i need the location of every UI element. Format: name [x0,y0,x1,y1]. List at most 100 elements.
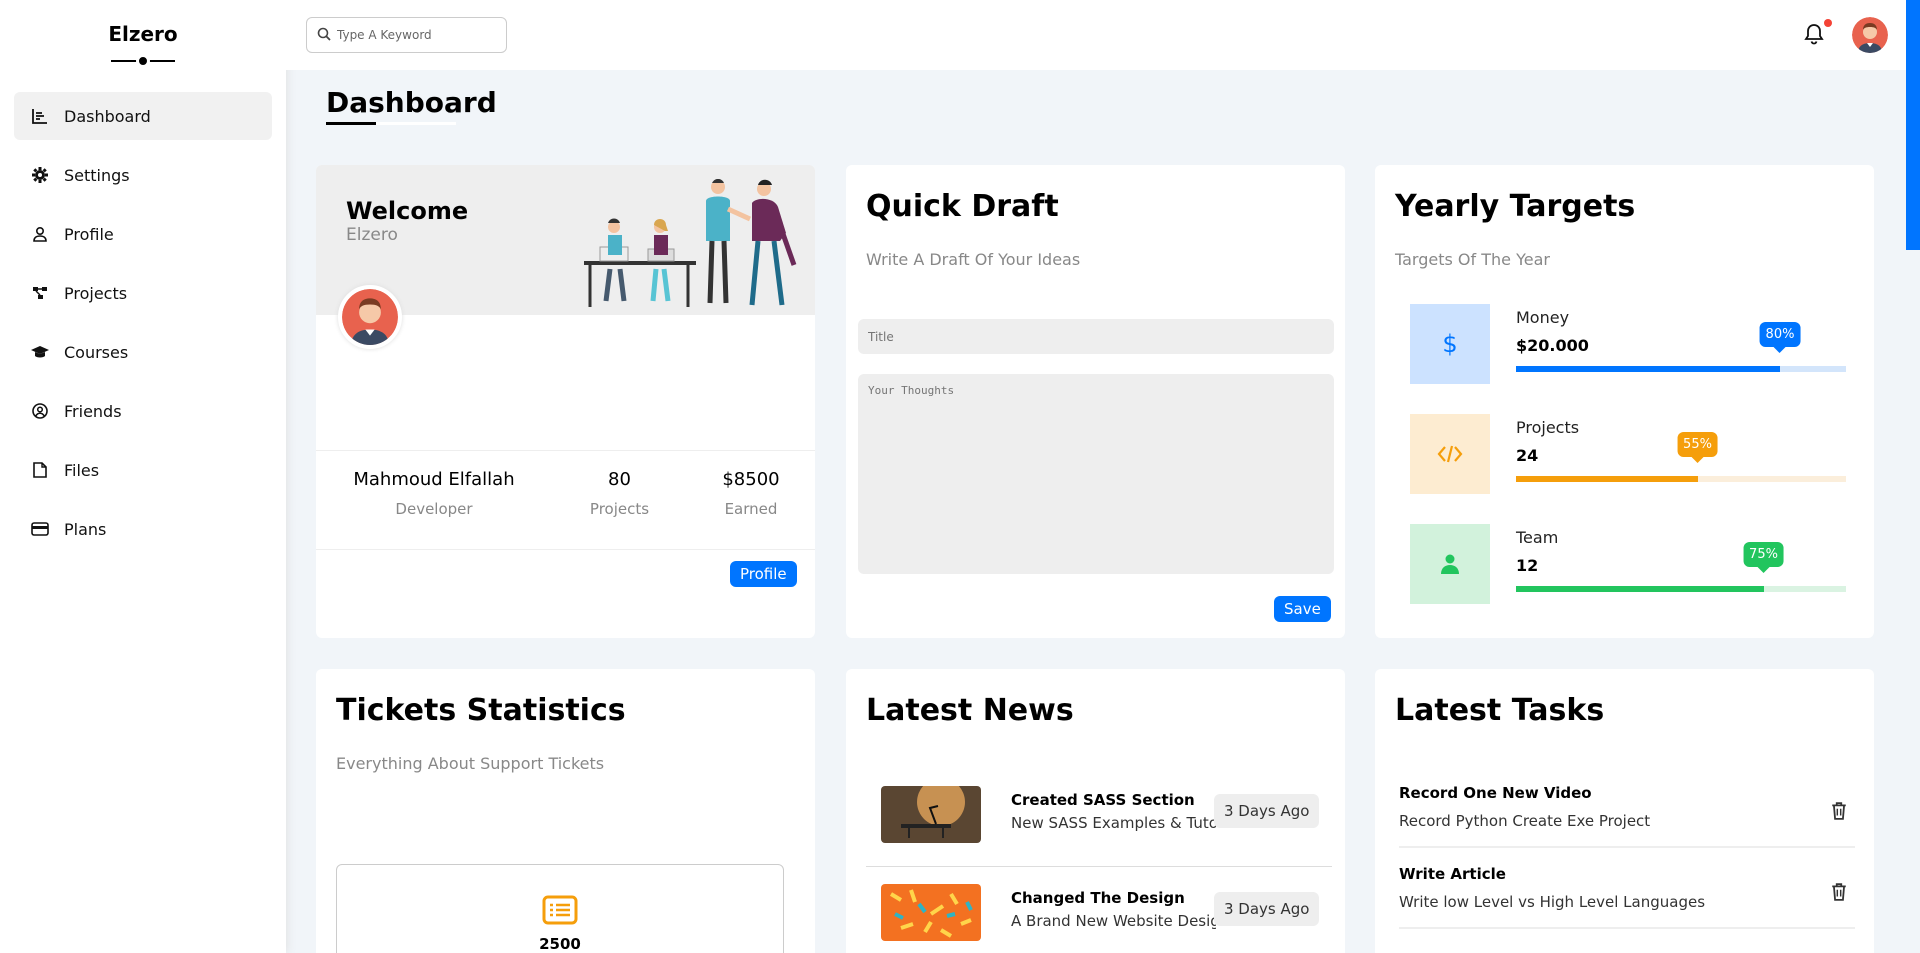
task-item: Record One New Video Record Python Creat… [1399,768,1855,848]
page-title: Dashboard [326,86,497,119]
card-title: Latest Tasks [1395,693,1605,728]
sidebar-item-dashboard[interactable]: Dashboard [14,92,272,140]
target-projects: Projects 24 55% [1410,414,1846,494]
search-box[interactable] [306,17,507,53]
target-progress: 80% [1516,322,1846,372]
welcome-card: Welcome Elzero Mahmoud Elfallah Develope… [316,165,815,638]
search-icon [317,26,331,45]
brand-decoration [111,54,175,68]
sidebar-item-plans[interactable]: Plans [14,505,272,553]
target-value: $20.000 [1516,336,1589,355]
target-value: 24 [1516,446,1539,465]
card-subtitle: Targets Of The Year [1395,250,1550,269]
sidebar-item-courses[interactable]: Courses [14,328,272,376]
sidebar-item-label: Courses [64,342,129,362]
sidebar-item-label: Profile [64,224,114,244]
progress-tooltip: 75% [1743,542,1784,573]
diagram-icon [30,283,50,303]
welcome-stats: Mahmoud Elfallah Developer 80 Projects $… [316,450,815,550]
welcome-name: Elzero [346,225,398,245]
delete-icon[interactable] [1831,883,1847,901]
draft-thoughts-textarea[interactable] [858,374,1334,574]
chart-icon [30,106,50,126]
sidebar-item-settings[interactable]: Settings [14,151,272,199]
card-title: Latest News [866,693,1074,728]
sidebar-item-label: Dashboard [64,106,151,126]
user-icon [30,224,50,244]
stat-value: $8500 [722,469,780,490]
sidebar-item-label: Plans [64,519,107,539]
code-icon [1410,414,1490,494]
sidebar-item-projects[interactable]: Projects [14,269,272,317]
yearly-targets-card: Yearly Targets Targets Of The Year $ Mon… [1375,165,1874,638]
stat-projects: 80 Projects [552,451,687,549]
news-date: 3 Days Ago [1214,794,1320,828]
news-image [881,884,981,941]
sidebar-item-label: Files [64,460,100,480]
target-label: Money [1516,308,1570,327]
card-title: Quick Draft [866,189,1059,224]
top-header [286,0,1920,70]
gear-icon [30,165,50,185]
task-title: Write Article [1399,865,1506,883]
ticket-stat-box: 2500 [336,864,784,953]
news-item[interactable]: Changed The Design A Brand New Website D… [866,867,1332,953]
sidebar-item-label: Settings [64,165,130,185]
user-circle-icon [30,401,50,421]
target-label: Projects [1516,418,1580,437]
news-title: Created SASS Section [1011,791,1195,809]
target-progress: 75% [1516,542,1846,592]
title-underline [326,122,456,125]
latest-tasks-card: Latest Tasks Record One New Video Record… [1375,669,1874,953]
task-description: Write low Level vs High Level Languages [1399,893,1706,911]
sidebar-item-label: Friends [64,401,122,421]
delete-icon[interactable] [1831,802,1847,820]
stat-name: Mahmoud Elfallah Developer [316,451,552,549]
news-description: New SASS Examples & Tutorials [1011,814,1216,832]
scrollbar-thumb[interactable] [1906,0,1920,250]
stat-value: Mahmoud Elfallah [353,469,515,490]
profile-button[interactable]: Profile [730,561,797,587]
quick-draft-card: Quick Draft Write A Draft Of Your Ideas … [846,165,1345,638]
news-description: A Brand New Website Design [1011,912,1216,930]
brand-logo[interactable]: Elzero [14,22,272,46]
notification-badge [1824,19,1832,27]
sidebar-item-files[interactable]: Files [14,446,272,494]
news-item[interactable]: Created SASS Section New SASS Examples &… [866,769,1332,867]
save-button[interactable]: Save [1274,596,1331,622]
sidebar-nav: Dashboard Settings Profile Projects Cour… [14,92,272,553]
sidebar-item-label: Projects [64,283,128,303]
news-image [881,786,981,843]
welcome-title: Welcome [346,197,469,225]
stat-label: Developer [395,500,473,518]
latest-news-card: Latest News Created SASS Section New SAS… [846,669,1345,953]
card-subtitle: Everything About Support Tickets [336,754,605,773]
stat-value: 80 [608,469,631,490]
graduation-cap-icon [30,342,50,362]
search-input[interactable] [337,28,497,42]
card-title: Yearly Targets [1395,189,1636,224]
sidebar-item-friends[interactable]: Friends [14,387,272,435]
task-title: Record One New Video [1399,784,1592,802]
stat-earned: $8500 Earned [687,451,815,549]
sidebar: Elzero Dashboard Settings Profile Projec… [0,0,286,953]
user-icon [1410,524,1490,604]
task-item: Write Article Write low Level vs High Le… [1399,849,1855,929]
target-money: $ Money $20.000 80% [1410,304,1846,384]
sidebar-item-profile[interactable]: Profile [14,210,272,258]
task-description: Record Python Create Exe Project [1399,812,1651,830]
card-title: Tickets Statistics [336,693,626,728]
tickets-card: Tickets Statistics Everything About Supp… [316,669,815,953]
stat-label: Projects [589,500,650,518]
draft-title-input[interactable] [858,319,1334,354]
notifications-button[interactable] [1804,19,1832,47]
avatar[interactable] [1852,17,1888,53]
welcome-illustration [584,179,797,307]
ticket-count: 2500 [539,935,581,953]
news-title: Changed The Design [1011,889,1185,907]
list-icon [542,895,578,925]
card-subtitle: Write A Draft Of Your Ideas [866,250,1081,269]
credit-card-icon [30,519,50,539]
news-date: 3 Days Ago [1214,892,1320,926]
bell-icon [1804,24,1824,45]
